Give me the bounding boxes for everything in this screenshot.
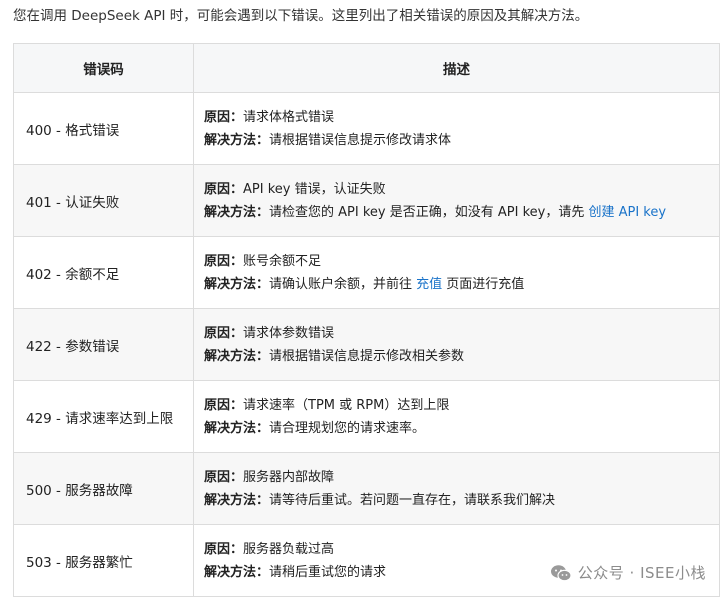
table-row: 503 - 服务器繁忙 原因：服务器负载过高 解决方法：请稍后重试您的请求 — [13, 524, 720, 597]
error-code-cell: 402 - 余额不足 — [13, 236, 194, 309]
cause-label: 原因： — [204, 181, 244, 197]
header-error-code: 错误码 — [13, 43, 194, 93]
cause-text: 服务器内部故障 — [243, 469, 335, 485]
fix-label: 解决方法： — [204, 564, 270, 580]
cause-label: 原因： — [204, 469, 244, 485]
cause-label: 原因： — [204, 325, 244, 341]
cause-line: 原因：服务器内部故障 — [204, 466, 719, 489]
error-code-cell: 422 - 参数错误 — [13, 308, 194, 381]
table-row: 429 - 请求速率达到上限 原因：请求速率（TPM 或 RPM）达到上限 解决… — [13, 380, 720, 453]
description-cell: 原因：服务器负载过高 解决方法：请稍后重试您的请求 — [193, 524, 720, 597]
error-code-cell: 401 - 认证失败 — [13, 164, 194, 237]
fix-label: 解决方法： — [204, 204, 270, 220]
fix-line: 解决方法：请检查您的 API key 是否正确，如没有 API key，请先 创… — [204, 201, 719, 224]
table-row: 400 - 格式错误 原因：请求体格式错误 解决方法：请根据错误信息提示修改请求… — [13, 92, 720, 165]
fix-label: 解决方法： — [204, 492, 270, 508]
cause-line: 原因：请求体参数错误 — [204, 322, 719, 345]
fix-text: 请根据错误信息提示修改相关参数 — [269, 348, 465, 364]
error-code-cell: 503 - 服务器繁忙 — [13, 524, 194, 597]
intro-text: 您在调用 DeepSeek API 时，可能会遇到以下错误。这里列出了相关错误的… — [13, 8, 589, 24]
cause-label: 原因： — [204, 109, 244, 125]
fix-line: 解决方法：请根据错误信息提示修改请求体 — [204, 129, 719, 152]
fix-text: 请稍后重试您的请求 — [269, 564, 387, 580]
watermark-text: 公众号 · ISEE小栈 — [577, 564, 706, 582]
cause-text: 请求速率（TPM 或 RPM）达到上限 — [243, 397, 450, 413]
cause-line: 原因：API key 错误，认证失败 — [204, 178, 719, 201]
fix-line: 解决方法：请根据错误信息提示修改相关参数 — [204, 345, 719, 368]
cause-text: 账号余额不足 — [243, 253, 322, 269]
error-code-cell: 400 - 格式错误 — [13, 92, 194, 165]
cause-label: 原因： — [204, 253, 244, 269]
cause-label: 原因： — [204, 541, 244, 557]
wechat-icon — [550, 564, 572, 581]
create-api-key-link[interactable]: 创建 API key — [588, 205, 666, 220]
fix-label: 解决方法： — [204, 132, 270, 148]
cause-line: 原因：请求体格式错误 — [204, 106, 719, 129]
fix-label: 解决方法： — [204, 420, 270, 436]
description-cell: 原因：请求体参数错误 解决方法：请根据错误信息提示修改相关参数 — [193, 308, 720, 381]
cause-line: 原因：账号余额不足 — [204, 250, 719, 273]
fix-text: 请检查您的 API key 是否正确，如没有 API key，请先 — [269, 204, 589, 220]
cause-line: 原因：请求速率（TPM 或 RPM）达到上限 — [204, 394, 719, 417]
fix-label: 解决方法： — [204, 276, 270, 292]
table-row: 401 - 认证失败 原因：API key 错误，认证失败 解决方法：请检查您的… — [13, 164, 720, 237]
description-cell: 原因：请求体格式错误 解决方法：请根据错误信息提示修改请求体 — [193, 92, 720, 165]
cause-text: 请求体参数错误 — [243, 325, 335, 341]
header-description: 描述 — [193, 43, 720, 93]
cause-line: 原因：服务器负载过高 — [204, 538, 719, 561]
table-row: 422 - 参数错误 原因：请求体参数错误 解决方法：请根据错误信息提示修改相关… — [13, 308, 720, 381]
fix-label: 解决方法： — [204, 348, 270, 364]
cause-text: API key 错误，认证失败 — [243, 181, 386, 197]
error-code-cell: 429 - 请求速率达到上限 — [13, 380, 194, 453]
error-code-cell: 500 - 服务器故障 — [13, 452, 194, 525]
description-cell: 原因：请求速率（TPM 或 RPM）达到上限 解决方法：请合理规划您的请求速率。 — [193, 380, 720, 453]
fix-text: 请合理规划您的请求速率。 — [269, 420, 426, 436]
description-cell: 原因：API key 错误，认证失败 解决方法：请检查您的 API key 是否… — [193, 164, 720, 237]
cause-text: 请求体格式错误 — [243, 109, 335, 125]
watermark: 公众号 · ISEE小栈 — [550, 562, 706, 583]
fix-text: 请根据错误信息提示修改请求体 — [269, 132, 452, 148]
table-row: 402 - 余额不足 原因：账号余额不足 解决方法：请确认账户余额，并前往 充值… — [13, 236, 720, 309]
fix-line: 解决方法：请确认账户余额，并前往 充值 页面进行充值 — [204, 273, 719, 296]
cause-label: 原因： — [204, 397, 244, 413]
table-row: 500 - 服务器故障 原因：服务器内部故障 解决方法：请等待后重试。若问题一直… — [13, 452, 720, 525]
table-header-row: 错误码 描述 — [13, 43, 720, 93]
description-cell: 原因：账号余额不足 解决方法：请确认账户余额，并前往 充值 页面进行充值 — [193, 236, 720, 309]
error-code-table: 错误码 描述 400 - 格式错误 原因：请求体格式错误 解决方法：请根据错误信… — [13, 43, 720, 597]
fix-text: 请确认账户余额，并前往 — [269, 276, 417, 292]
description-cell: 原因：服务器内部故障 解决方法：请等待后重试。若问题一直存在，请联系我们解决 — [193, 452, 720, 525]
fix-line: 解决方法：请等待后重试。若问题一直存在，请联系我们解决 — [204, 489, 719, 512]
recharge-link[interactable]: 充值 — [416, 277, 442, 292]
fix-line: 解决方法：请合理规划您的请求速率。 — [204, 417, 719, 440]
cause-text: 服务器负载过高 — [243, 541, 335, 557]
fix-text: 请等待后重试。若问题一直存在，请联系我们解决 — [269, 492, 556, 508]
fix-text-suffix: 页面进行充值 — [442, 276, 525, 292]
